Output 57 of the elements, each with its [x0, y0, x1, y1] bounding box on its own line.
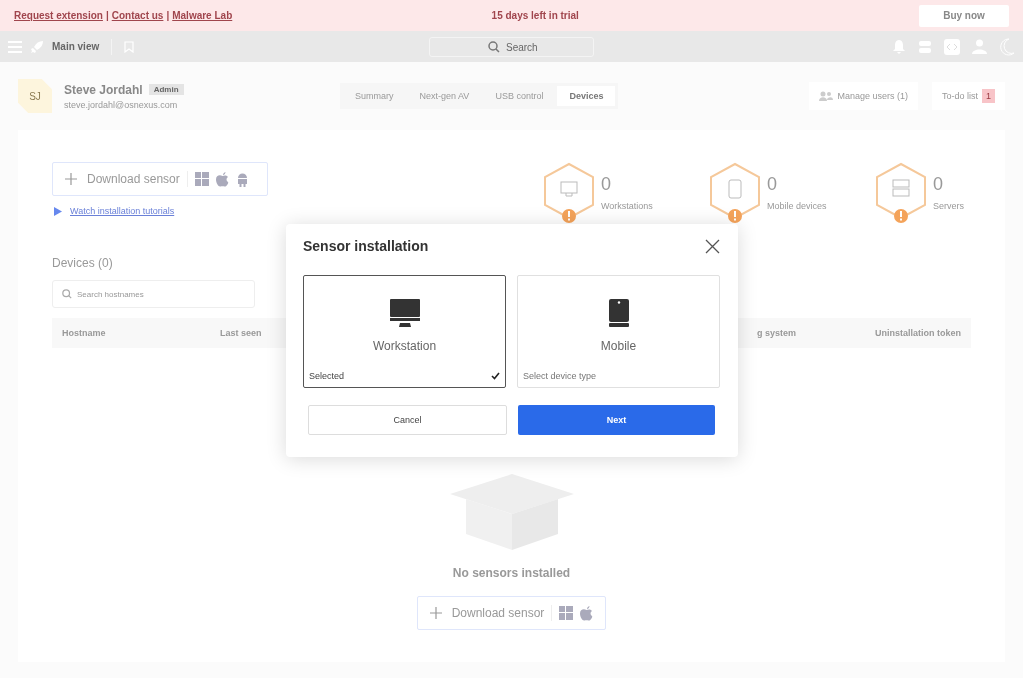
todo-list-button[interactable]: To-do list 1: [931, 82, 1005, 110]
close-icon[interactable]: [705, 238, 720, 254]
trial-message: 15 days left in trial: [490, 10, 580, 21]
column-header[interactable]: Hostname: [62, 328, 220, 338]
hostname-search-field[interactable]: Search hostnames: [52, 280, 255, 308]
view-label[interactable]: Main view: [52, 41, 100, 52]
search-field[interactable]: Search: [429, 37, 594, 57]
download-sensor-button[interactable]: Download sensor: [416, 596, 607, 630]
plus-icon: [429, 607, 442, 619]
column-header[interactable]: g system: [757, 328, 875, 338]
server-warning-icon: [875, 162, 927, 224]
user-name: Steve Jordahl: [64, 82, 143, 97]
code-icon[interactable]: [944, 38, 960, 55]
empty-state-message: No sensors installed: [452, 566, 571, 580]
manage-users-button[interactable]: Manage users (1): [809, 82, 918, 110]
apple-icon: [215, 171, 229, 187]
buy-now-button[interactable]: Buy now: [919, 4, 1009, 27]
banner-link[interactable]: Contact us: [111, 10, 164, 21]
stat-label: Servers: [933, 201, 964, 211]
dialog-title: Sensor installation: [303, 238, 429, 254]
stat-value: 0: [767, 174, 778, 195]
column-header[interactable]: Uninstallation token: [875, 328, 961, 338]
cancel-button[interactable]: Cancel: [308, 405, 507, 435]
users-icon: [819, 91, 834, 101]
next-button[interactable]: Next: [518, 405, 715, 435]
download-sensor-button[interactable]: Download sensor: [52, 162, 268, 196]
user-email: steve.jordahl@osnexus.com: [64, 99, 179, 110]
separator-text: |: [105, 10, 109, 21]
stat-value: 0: [933, 174, 944, 195]
phone-icon: [608, 299, 629, 327]
banner-link[interactable]: Request extension: [14, 10, 103, 21]
separator-text: |: [166, 10, 170, 21]
stat-label: Mobile devices: [767, 201, 827, 211]
play-icon: [54, 206, 62, 216]
tab[interactable]: Devices: [557, 86, 616, 106]
windows-icon: [194, 172, 209, 186]
banner-link[interactable]: Malware Lab: [172, 10, 233, 21]
windows-icon: [559, 606, 574, 620]
stat-value: 0: [601, 174, 612, 195]
search-icon: [62, 289, 72, 299]
device-type-option[interactable]: Workstation Selected: [303, 275, 506, 388]
count-badge: 1: [982, 89, 995, 103]
tab[interactable]: Next-gen AV: [407, 86, 482, 106]
avatar: SJ: [18, 79, 52, 113]
tutorials-link[interactable]: Watch installation tutorials: [70, 206, 175, 216]
plus-icon: [65, 173, 77, 185]
android-icon: [235, 171, 249, 187]
search-icon: [488, 40, 500, 53]
checkmark-icon: [491, 372, 500, 380]
device-type-option[interactable]: Mobile Select device type: [517, 275, 720, 388]
tab[interactable]: Summary: [343, 86, 406, 106]
devices-heading: Devices (0): [52, 256, 114, 270]
tab[interactable]: USB control: [483, 86, 556, 106]
role-badge: Admin: [148, 84, 184, 95]
stat-label: Workstations: [601, 201, 653, 211]
apple-icon: [580, 605, 594, 621]
monitor-icon: [389, 299, 420, 327]
